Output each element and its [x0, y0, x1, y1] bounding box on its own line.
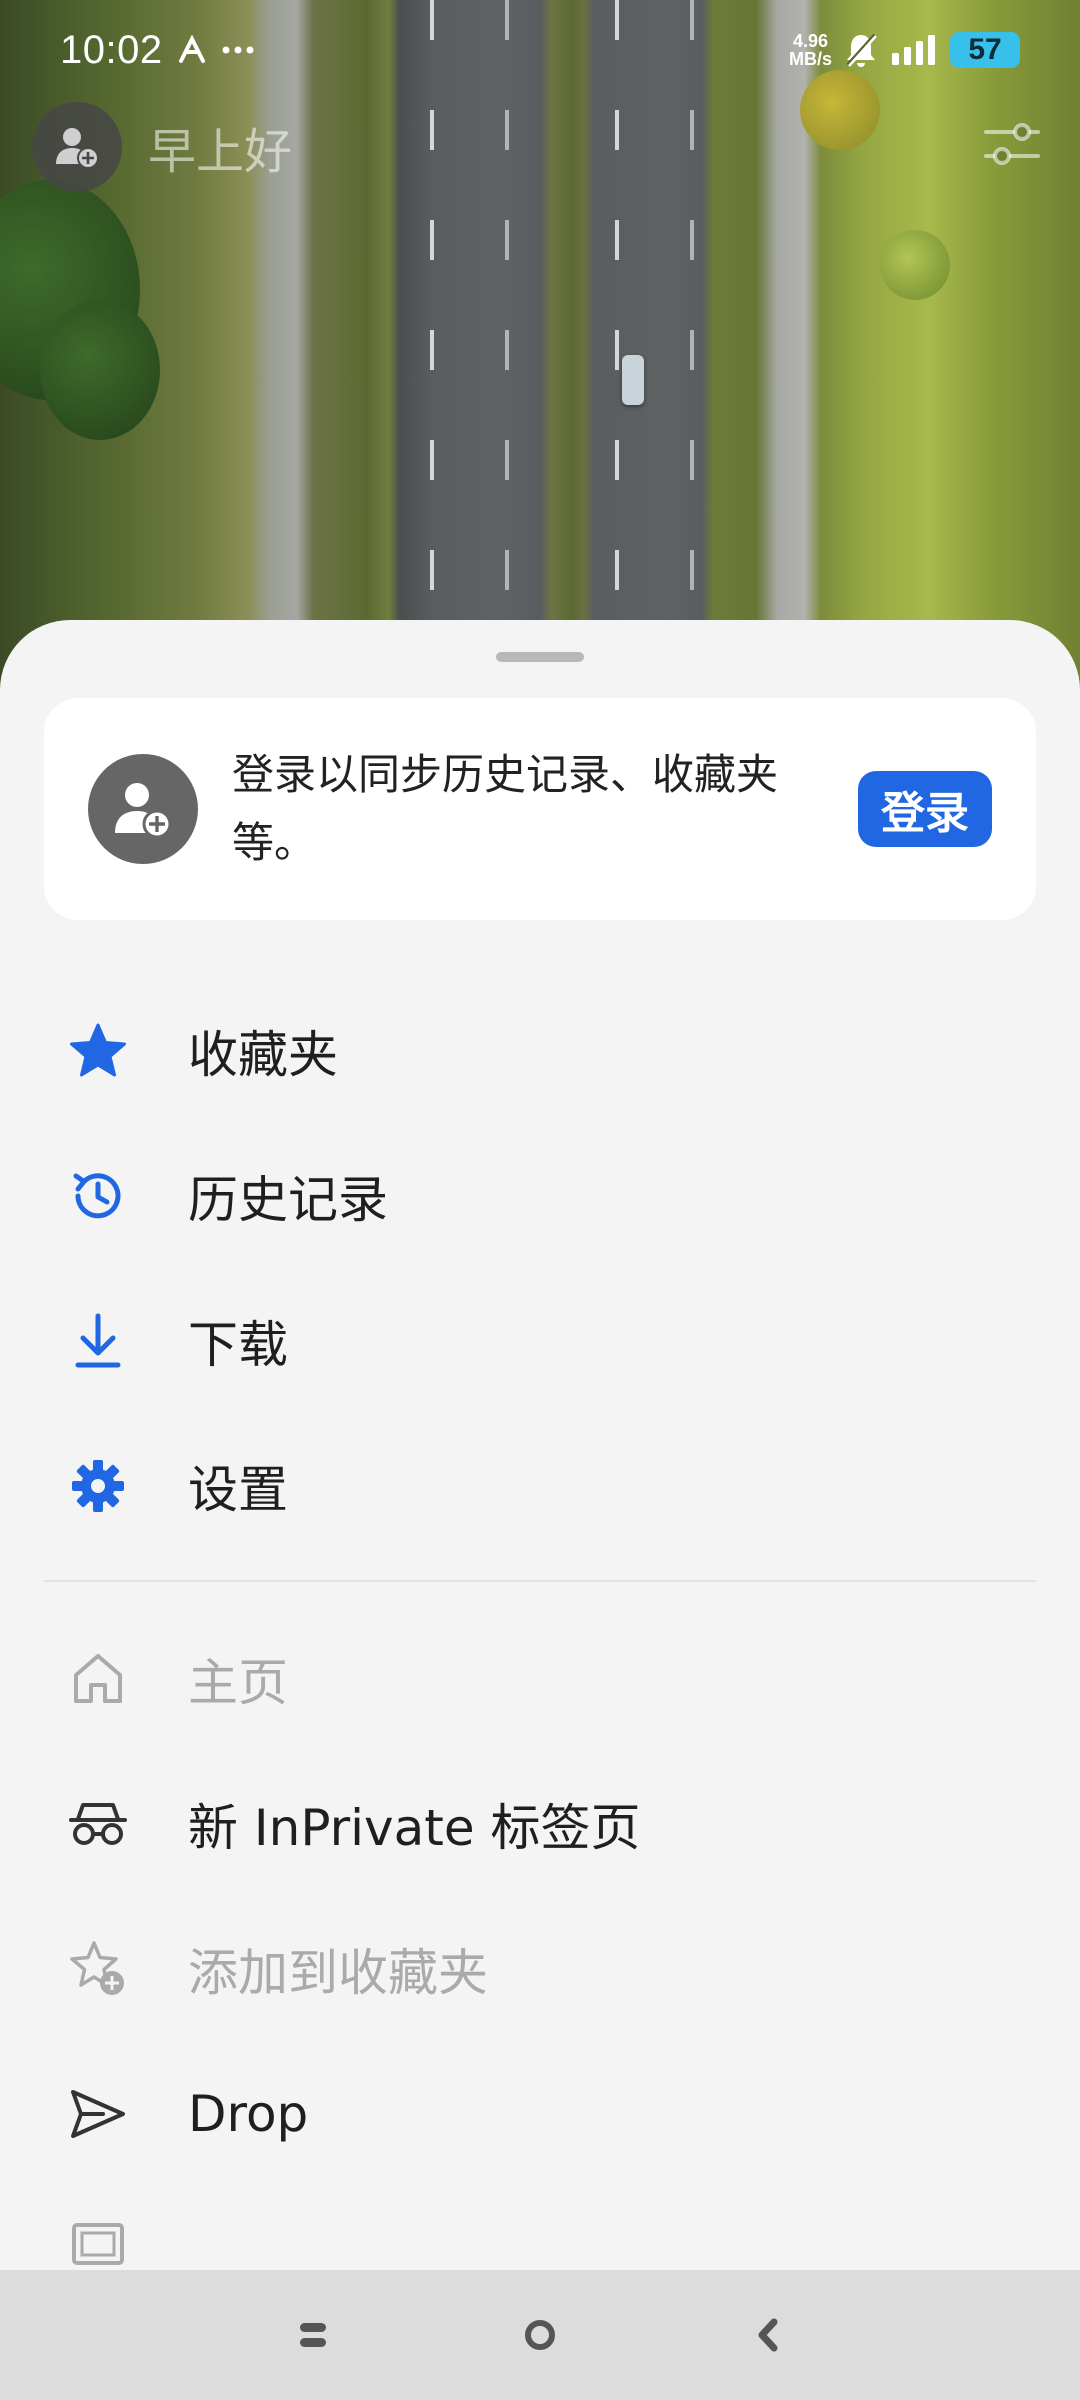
menu-label: Drop	[188, 2084, 309, 2143]
menu-bottom-sheet: 登录以同步历史记录、收藏夹等。 登录 收藏夹 历史记录 下载 设置 主页 新 I…	[0, 620, 1080, 2270]
menu-label: 主页	[188, 1653, 288, 1712]
menu-item-partial[interactable]	[0, 2186, 1080, 2265]
menu-item-favorites[interactable]: 收藏夹	[0, 978, 1080, 1123]
star-icon	[70, 1023, 126, 1076]
menu-list: 收藏夹 历史记录 下载 设置 主页 新 InPrivate 标签页 添加到收藏夹…	[0, 978, 1080, 2265]
recents-button[interactable]	[273, 2295, 353, 2375]
add-user-icon	[115, 783, 172, 839]
greeting-header: 早上好	[32, 102, 292, 192]
signin-message: 登录以同步历史记录、收藏夹等。	[232, 750, 779, 867]
menu-label: 设置	[188, 1460, 288, 1519]
back-icon	[758, 2318, 778, 2352]
desktop-site-icon	[72, 2223, 124, 2265]
signal-icon	[892, 35, 935, 65]
screen: 10:02 4.96 MB/s 57 早上好 登录以同步历史记录、收藏夹等。 登…	[0, 0, 1080, 2400]
history-icon	[73, 1172, 121, 1218]
net-speed: 4.96 MB/s	[788, 31, 832, 69]
status-bar: 10:02 4.96 MB/s 57	[0, 0, 1080, 100]
home-circle-icon	[524, 2320, 555, 2350]
download-icon	[75, 1313, 121, 1367]
signin-card: 登录以同步历史记录、收藏夹等。 登录	[44, 698, 1036, 920]
signin-button[interactable]: 登录	[858, 771, 992, 847]
sliders-icon[interactable]	[984, 120, 1040, 170]
back-button[interactable]	[727, 2295, 807, 2375]
gear-icon	[72, 1459, 124, 1512]
add-user-icon	[56, 128, 99, 169]
drag-handle[interactable]	[496, 652, 584, 662]
menu-item-history[interactable]: 历史记录	[0, 1123, 1080, 1268]
menu-item-add-to-favorites[interactable]: 添加到收藏夹	[0, 1896, 1080, 2041]
menu-label: 历史记录	[188, 1170, 388, 1229]
menu-label: 新 InPrivate 标签页	[188, 1798, 641, 1857]
inprivate-icon	[69, 1802, 127, 1845]
menu-item-downloads[interactable]: 下载	[0, 1268, 1080, 1413]
menu-label: 下载	[188, 1315, 288, 1374]
a-icon	[178, 35, 205, 63]
greeting-text: 早上好	[148, 124, 293, 180]
status-time: 10:02	[60, 27, 163, 72]
avatar[interactable]	[32, 102, 122, 192]
mute-bell-icon	[846, 33, 877, 67]
more-dots-icon	[222, 46, 254, 54]
divider	[44, 1580, 1036, 1582]
menu-item-home[interactable]: 主页	[0, 1606, 1080, 1751]
menu-item-new-inprivate-tab[interactable]: 新 InPrivate 标签页	[0, 1751, 1080, 1896]
home-icon	[74, 1653, 122, 1703]
menu-item-drop[interactable]: Drop	[0, 2041, 1080, 2186]
menu-label: 添加到收藏夹	[188, 1943, 488, 2002]
add-favorite-icon	[70, 1940, 124, 1995]
menu-item-settings[interactable]: 设置	[0, 1413, 1080, 1558]
recents-icon	[300, 2323, 327, 2347]
system-nav-bar	[0, 2270, 1080, 2400]
home-button[interactable]	[500, 2295, 580, 2375]
send-icon	[71, 2089, 125, 2138]
menu-label: 收藏夹	[188, 1025, 338, 1084]
signin-avatar	[88, 754, 198, 864]
battery-icon: 57	[950, 32, 1020, 68]
